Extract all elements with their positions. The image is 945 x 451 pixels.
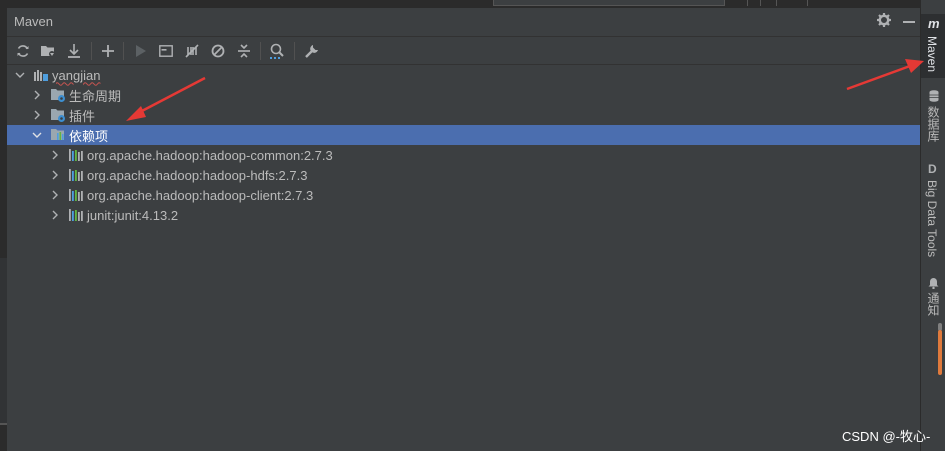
database-icon: [929, 90, 939, 105]
toolbar-separator: [123, 42, 124, 60]
tool-window-title: Maven: [14, 14, 54, 29]
tab-database-label: 数据库: [926, 106, 940, 142]
scrollbar-thumb[interactable]: [938, 330, 942, 375]
toolbar-separator: [260, 42, 261, 60]
maven-m-icon: m: [928, 16, 940, 31]
chevron-down-icon[interactable]: [31, 129, 43, 141]
library-icon: [68, 147, 84, 163]
tree-node-dependency[interactable]: org.apache.hadoop:hadoop-client:2.7.3: [7, 185, 920, 205]
maven-module-icon: [33, 67, 49, 83]
toolbar-divider: [760, 0, 761, 6]
toggle-offline-mode-icon[interactable]: [182, 41, 202, 61]
maven-settings-icon[interactable]: [302, 41, 322, 61]
tool-window-header: Maven: [7, 8, 920, 37]
chevron-right-icon[interactable]: [49, 149, 61, 161]
tree-node-dependencies[interactable]: 依赖项: [7, 125, 920, 145]
tab-notifications-label: 通知: [926, 292, 940, 316]
tab-maven[interactable]: m Maven: [921, 14, 945, 78]
toolbar-divider: [776, 0, 777, 6]
chevron-right-icon[interactable]: [31, 109, 43, 121]
tree-node-dependency[interactable]: org.apache.hadoop:hadoop-hdfs:2.7.3: [7, 165, 920, 185]
reload-all-icon[interactable]: [13, 41, 33, 61]
plugins-label: 插件: [69, 108, 96, 124]
lifecycle-label: 生命周期: [69, 88, 122, 104]
chevron-right-icon[interactable]: [49, 209, 61, 221]
dependency-label: org.apache.hadoop:hadoop-client:2.7.3: [87, 187, 314, 203]
project-name: yangjian: [52, 67, 101, 83]
analyze-dependencies-icon[interactable]: [267, 41, 287, 61]
plugins-folder-icon: [50, 107, 66, 123]
add-maven-project-icon[interactable]: [98, 41, 118, 61]
chevron-right-icon[interactable]: [49, 169, 61, 181]
run-maven-build-icon[interactable]: [131, 41, 151, 61]
toolbar-divider: [747, 0, 748, 6]
tree-node-project[interactable]: yangjian: [7, 65, 920, 85]
dependency-label: org.apache.hadoop:hadoop-hdfs:2.7.3: [87, 167, 308, 183]
search-field-edge[interactable]: [493, 0, 725, 6]
toolbar-divider: [807, 0, 808, 6]
skip-tests-icon[interactable]: [208, 41, 228, 61]
toolbar-separator: [294, 42, 295, 60]
dependency-label: junit:junit:4.13.2: [87, 207, 179, 223]
chevron-right-icon[interactable]: [49, 189, 61, 201]
top-strip: [0, 0, 920, 8]
maven-toolbar: [7, 37, 920, 65]
chevron-down-icon[interactable]: [14, 69, 26, 81]
tab-big-data-tools-label: Big Data Tools: [925, 180, 939, 258]
library-icon: [68, 167, 84, 183]
gear-icon[interactable]: [876, 12, 892, 30]
maven-tool-window: Maven yangjian 生命周期 插件 依赖项 org.apache.ha…: [7, 8, 920, 451]
execute-maven-goal-icon[interactable]: [156, 41, 176, 61]
left-editor-edge: [0, 8, 7, 451]
tree-node-lifecycle[interactable]: 生命周期: [7, 85, 920, 105]
big-data-icon: D: [928, 162, 937, 176]
editor-gutter: [0, 258, 7, 423]
dependencies-label: 依赖项: [69, 128, 109, 144]
tab-maven-label: Maven: [925, 36, 939, 73]
tree-node-dependency[interactable]: org.apache.hadoop:hadoop-common:2.7.3: [7, 145, 920, 165]
library-icon: [68, 207, 84, 223]
tab-notifications[interactable]: 通知: [921, 276, 945, 321]
download-sources-icon[interactable]: [64, 41, 84, 61]
dependencies-folder-icon: [50, 127, 66, 143]
minimize-icon[interactable]: [903, 21, 915, 23]
tree-node-plugins[interactable]: 插件: [7, 105, 920, 125]
library-icon: [68, 187, 84, 203]
chevron-right-icon[interactable]: [31, 89, 43, 101]
dependency-label: org.apache.hadoop:hadoop-common:2.7.3: [87, 147, 333, 163]
tree-node-dependency[interactable]: junit:junit:4.13.2: [7, 205, 920, 225]
toolbar-separator: [91, 42, 92, 60]
tab-big-data-tools[interactable]: D Big Data Tools: [921, 162, 945, 262]
tab-database[interactable]: 数据库: [921, 88, 945, 148]
editor-gutter-line: [0, 423, 7, 425]
right-tool-window-bar: m Maven 数据库 D Big Data Tools 通知: [920, 0, 945, 451]
bell-icon: [928, 277, 939, 292]
collapse-all-icon[interactable]: [234, 41, 254, 61]
lifecycle-folder-icon: [50, 87, 66, 103]
watermark: CSDN @-牧心-: [842, 429, 931, 444]
generate-sources-icon[interactable]: [38, 41, 58, 61]
